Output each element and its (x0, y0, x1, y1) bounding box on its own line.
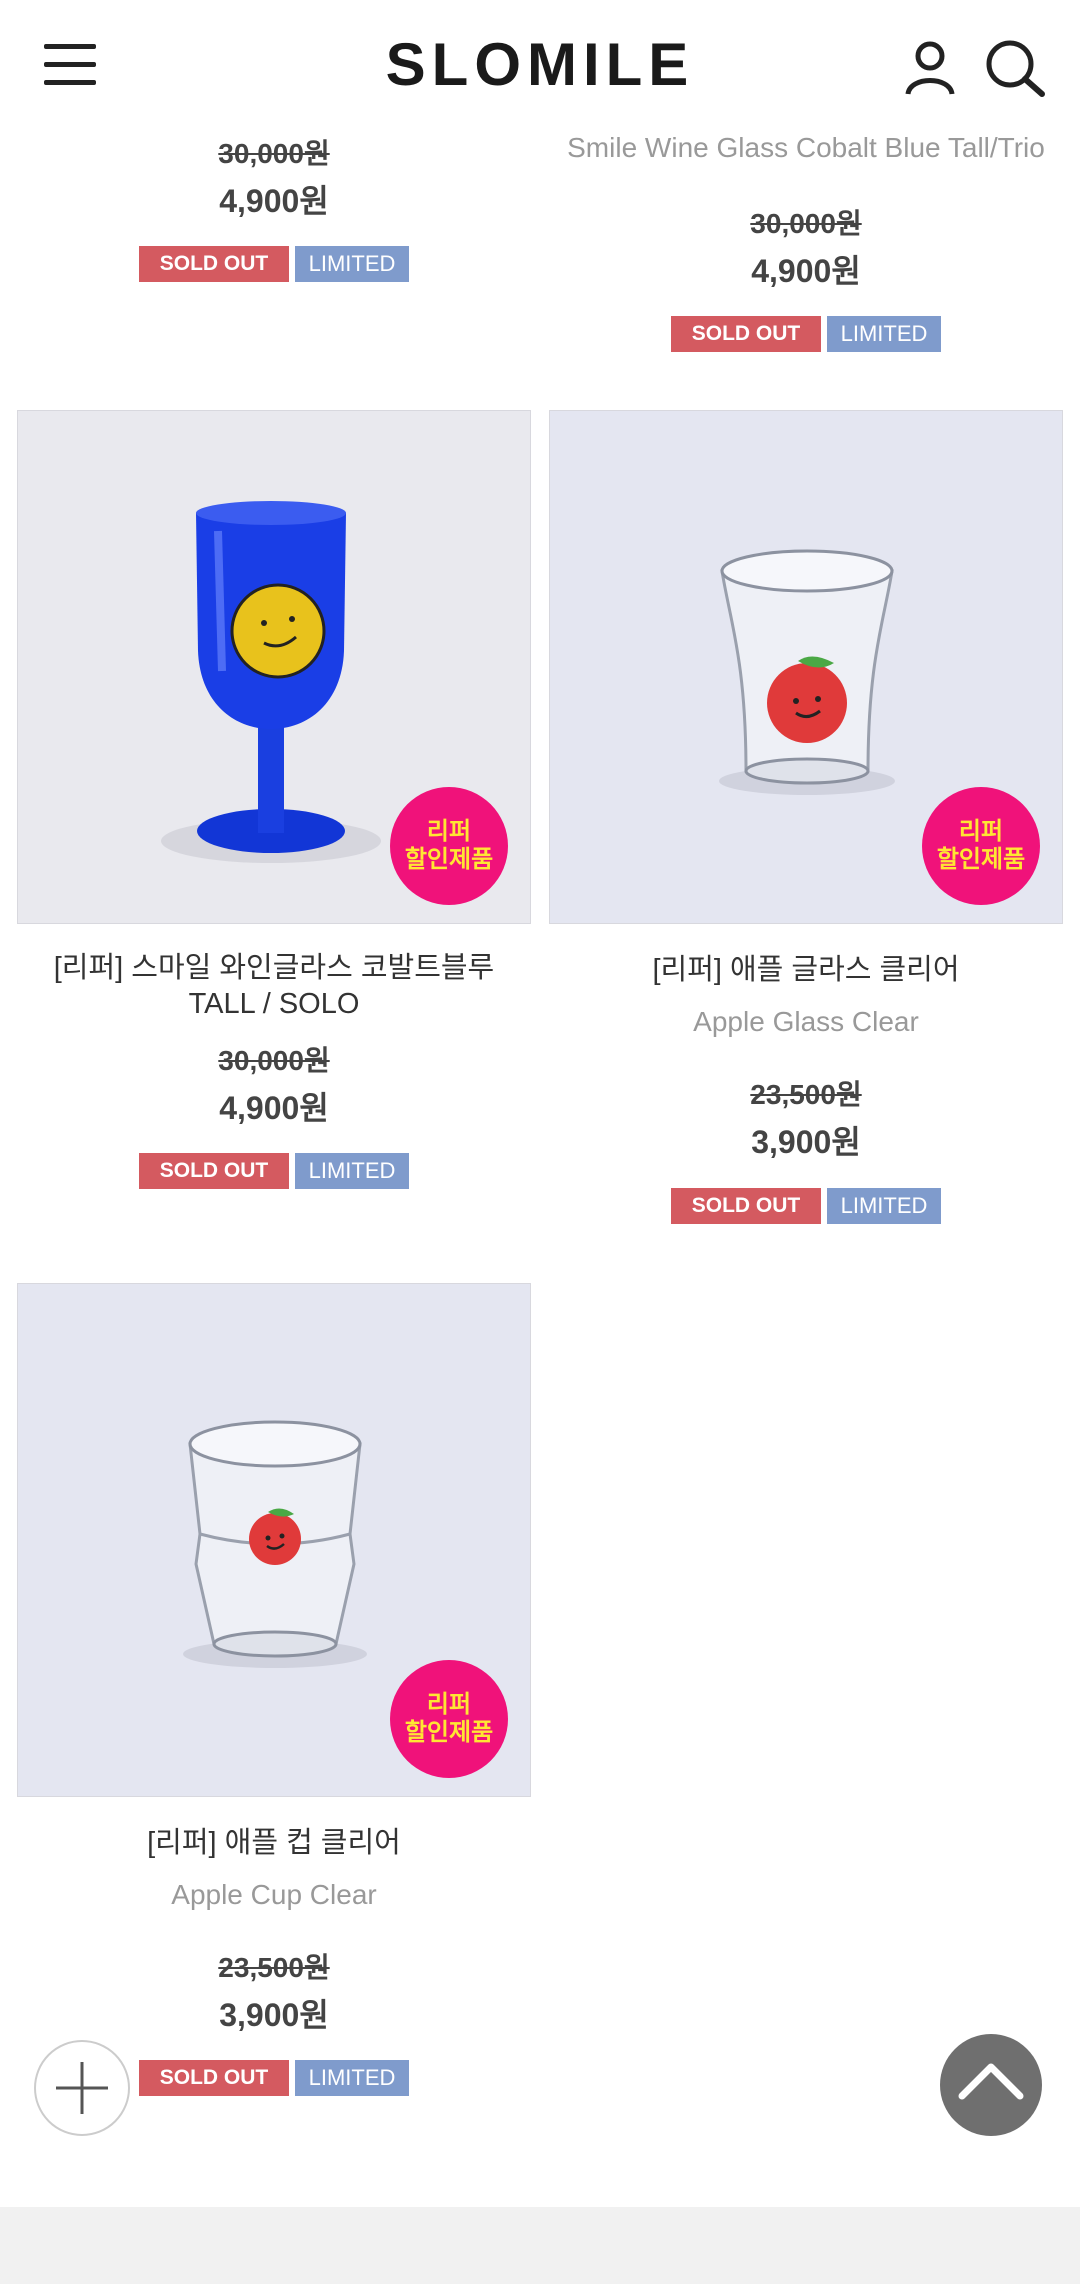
expand-plus-button[interactable] (34, 2040, 130, 2136)
limited-tag: LIMITED (295, 2060, 409, 2096)
product-image-cobalt-wine-glass[interactable]: 리퍼 할인제품 (17, 410, 531, 924)
original-price: 30,000원 (218, 138, 330, 169)
sold-out-tag: SOLD OUT (671, 316, 821, 352)
limited-tag: LIMITED (295, 246, 409, 282)
product-image-apple-glass[interactable]: 리퍼 할인제품 (549, 410, 1063, 924)
badge-line1: 리퍼 (426, 818, 472, 845)
sale-price: 4,900원 (219, 1090, 329, 1126)
refurb-sale-badge: 리퍼 할인제품 (922, 787, 1040, 905)
sold-out-tag: SOLD OUT (139, 1153, 289, 1189)
product-image-apple-cup[interactable]: 리퍼 할인제품 (17, 1283, 531, 1797)
product-name-ko-line2[interactable]: TALL / SOLO (17, 986, 531, 1022)
sale-price: 4,900원 (219, 183, 329, 219)
original-price: 30,000원 (218, 1045, 330, 1076)
chevron-up-icon (958, 2063, 1024, 2100)
badge-line1: 리퍼 (958, 818, 1004, 845)
limited-tag: LIMITED (827, 316, 941, 352)
search-icon[interactable] (984, 38, 1048, 102)
original-price: 23,500원 (750, 1079, 862, 1110)
sold-out-tag: SOLD OUT (671, 1188, 821, 1224)
badge-line2: 할인제품 (936, 846, 1026, 873)
plus-icon (56, 2062, 108, 2114)
badge-line1: 리퍼 (426, 1691, 472, 1718)
product-name-ko[interactable]: [리퍼] 애플 글라스 클리어 (549, 952, 1063, 988)
badge-line2: 할인제품 (404, 1719, 494, 1746)
original-price: 30,000원 (750, 208, 862, 239)
sale-price: 4,900원 (751, 253, 861, 289)
product-name-en[interactable]: Apple Cup Clear (17, 1877, 531, 1913)
product-name-ko[interactable]: [리퍼] 애플 컵 클리어 (17, 1825, 531, 1861)
limited-tag: LIMITED (295, 1153, 409, 1189)
badge-line2: 할인제품 (404, 846, 494, 873)
sold-out-tag: SOLD OUT (139, 246, 289, 282)
top-header: SLOMILE (0, 0, 1080, 130)
sold-out-tag: SOLD OUT (139, 2060, 289, 2096)
footer-area (0, 2207, 1080, 2284)
scroll-to-top-button[interactable] (940, 2034, 1042, 2136)
limited-tag: LIMITED (827, 1188, 941, 1224)
product-name-en[interactable]: Smile Wine Glass Cobalt Blue Tall/Trio (549, 130, 1063, 166)
refurb-sale-badge: 리퍼 할인제품 (390, 1660, 508, 1778)
original-price: 23,500원 (218, 1952, 330, 1983)
sale-price: 3,900원 (751, 1124, 861, 1160)
product-name-ko[interactable]: [리퍼] 스마일 와인글라스 코발트블루 (17, 950, 531, 986)
refurb-sale-badge: 리퍼 할인제품 (390, 787, 508, 905)
sale-price: 3,900원 (219, 1997, 329, 2033)
user-icon[interactable] (900, 38, 960, 98)
product-name-en[interactable]: Apple Glass Clear (549, 1004, 1063, 1040)
